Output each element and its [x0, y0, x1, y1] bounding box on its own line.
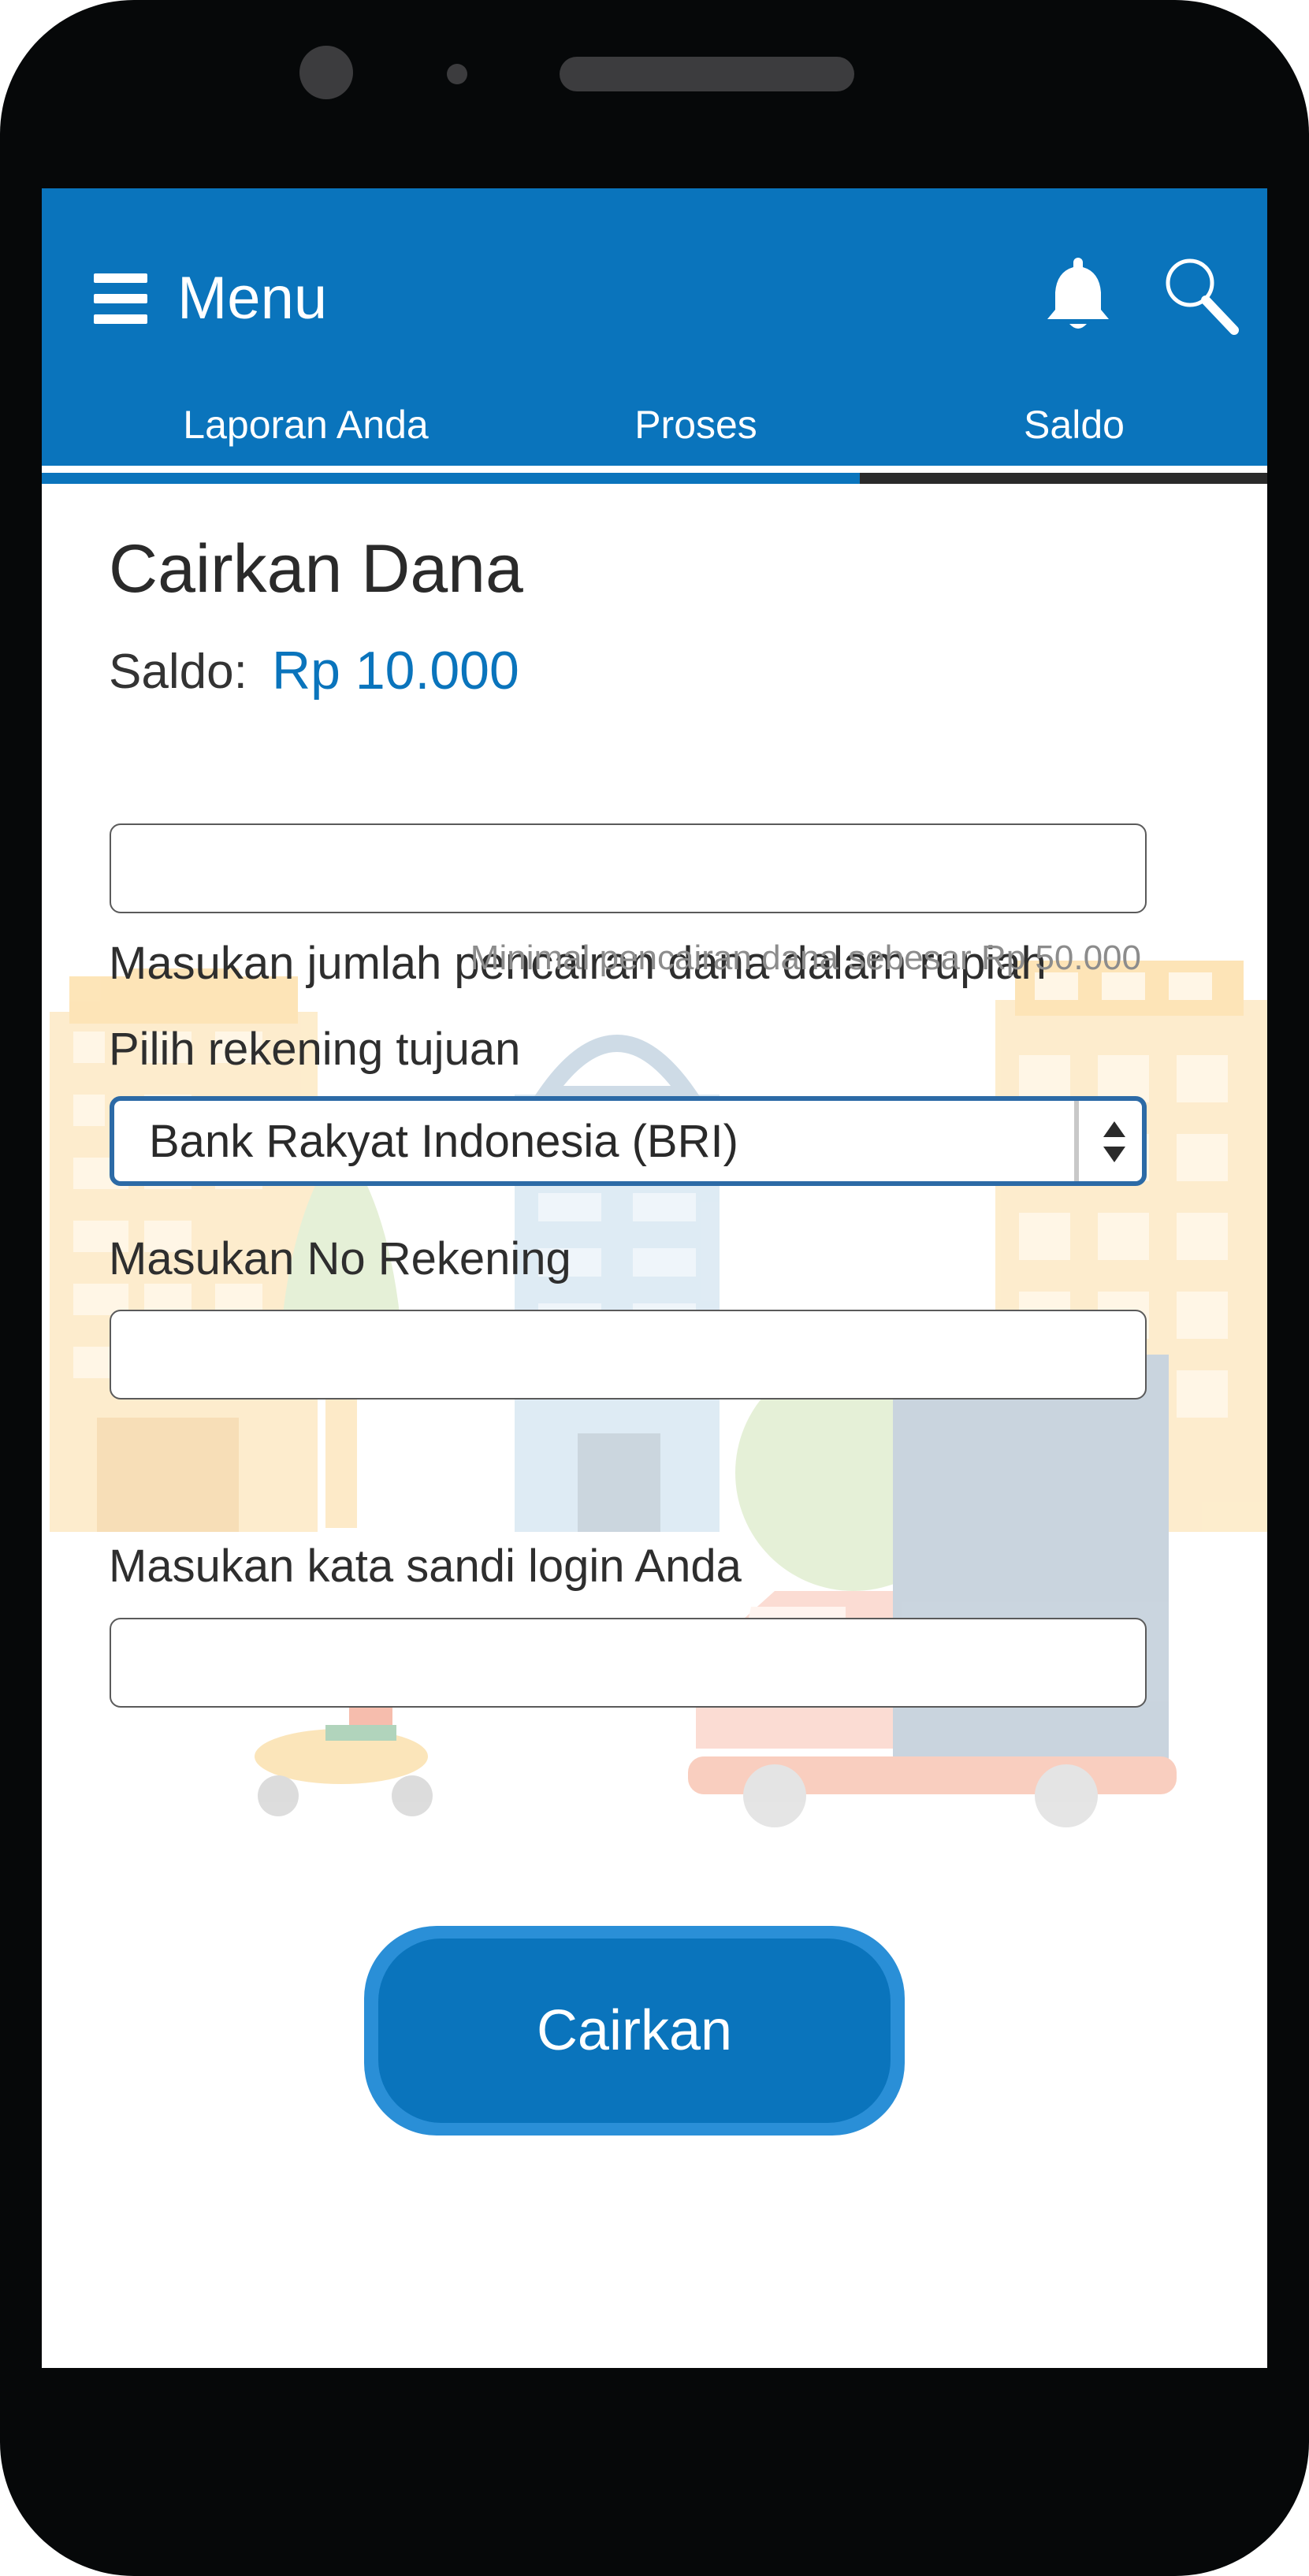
hamburger-icon — [94, 273, 147, 324]
app-screen: Menu Laporan Anda Proses Saldo Cairkan D… — [42, 188, 1267, 2368]
tab-track — [42, 473, 860, 484]
bell-icon — [1047, 258, 1109, 329]
tab-saldo[interactable]: Saldo — [885, 401, 1263, 448]
tab-laporan-anda[interactable]: Laporan Anda — [89, 401, 522, 448]
search-button[interactable] — [1157, 251, 1244, 338]
tab-active-indicator — [860, 473, 1267, 484]
password-input[interactable] — [110, 1618, 1147, 1708]
balance-value: Rp 10.000 — [272, 641, 519, 701]
balance-label: Saldo: — [109, 645, 247, 699]
search-icon — [1166, 258, 1239, 335]
menu-button[interactable]: Menu — [94, 259, 327, 338]
amount-hint: Minimal pencairan dana sebesar Rp 50.000 — [470, 939, 1141, 977]
account-number-label: Masukan No Rekening — [109, 1233, 571, 1284]
withdraw-button-label: Cairkan — [536, 1999, 733, 2062]
tab-divider — [860, 467, 1267, 473]
tab-proses[interactable]: Proses — [522, 401, 869, 448]
amount-input[interactable] — [110, 823, 1147, 913]
bank-select[interactable]: Bank Rakyat Indonesia (BRI) — [110, 1096, 1147, 1186]
withdraw-button[interactable]: Cairkan — [364, 1926, 905, 2136]
select-divider — [1074, 1101, 1079, 1181]
tab-divider — [42, 467, 860, 473]
bank-label: Pilih rekening tujuan — [109, 1024, 521, 1075]
earpiece-speaker — [560, 57, 854, 91]
proximity-sensor — [447, 64, 467, 84]
password-label: Masukan kata sandi login Anda — [109, 1541, 742, 1592]
bank-select-value: Bank Rakyat Indonesia (BRI) — [149, 1116, 738, 1167]
withdraw-button-face: Cairkan — [378, 1939, 891, 2123]
menu-label: Menu — [177, 265, 328, 332]
phone-frame: Menu Laporan Anda Proses Saldo Cairkan D… — [0, 0, 1309, 2576]
app-header: Menu Laporan Anda Proses Saldo — [42, 188, 1267, 466]
notifications-button[interactable] — [1035, 251, 1121, 338]
account-number-input[interactable] — [110, 1310, 1147, 1400]
sort-arrows-icon — [1103, 1121, 1125, 1162]
page-title: Cairkan Dana — [109, 531, 523, 607]
front-camera — [299, 46, 353, 99]
